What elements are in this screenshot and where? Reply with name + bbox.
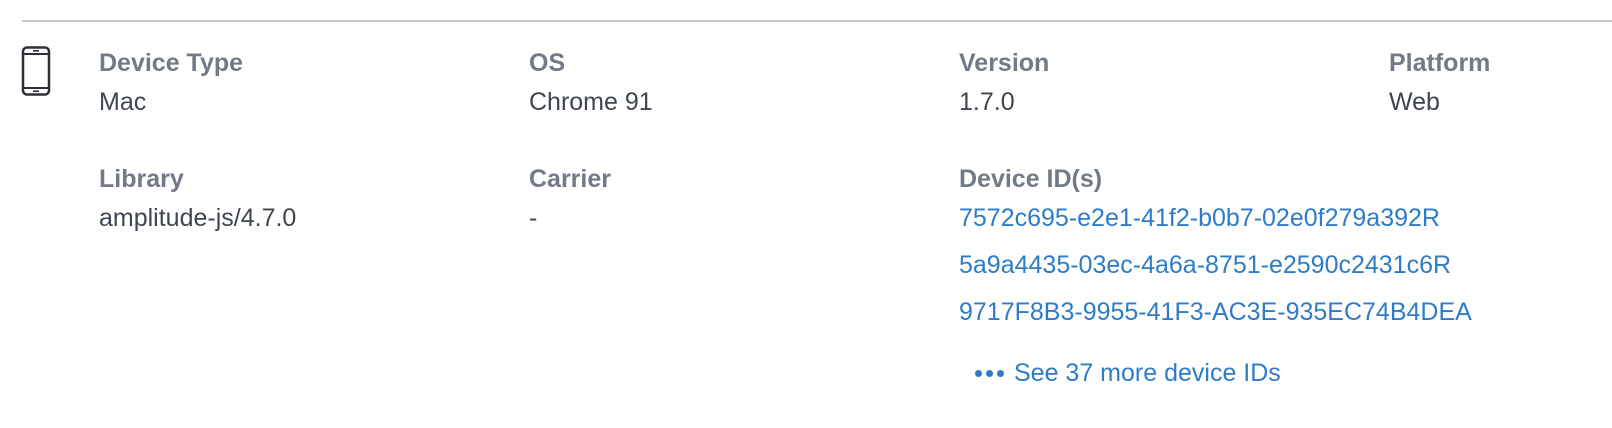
device-ids-field: Device ID(s) 7572c695-e2e1-41f2-b0b7-02e… [959,164,1472,344]
see-more-label: See 37 more device IDs [1014,359,1281,387]
device-ids-list: 7572c695-e2e1-41f2-b0b7-02e0f279a392R 5a… [959,203,1472,327]
device-id-link[interactable]: 9717F8B3-9955-41F3-AC3E-935EC74B4DEA [959,297,1472,327]
device-id-link[interactable]: 5a9a4435-03ec-4a6a-8751-e2590c2431c6R [959,250,1472,280]
os-value: Chrome 91 [529,88,653,116]
carrier-label: Carrier [529,165,611,193]
platform-value: Web [1389,88,1440,116]
version-label: Version [959,49,1050,77]
version-field: Version 1.7.0 [959,48,1049,117]
library-value: amplitude-js/4.7.0 [99,204,297,232]
mobile-phone-icon [21,46,51,96]
device-ids-label: Device ID(s) [959,165,1103,193]
os-field: OS Chrome 91 [529,48,653,117]
more-dots-icon [975,369,1004,377]
library-field: Library amplitude-js/4.7.0 [99,164,296,233]
os-label: OS [529,49,566,77]
device-id-link[interactable]: 7572c695-e2e1-41f2-b0b7-02e0f279a392R [959,203,1472,233]
device-type-field: Device Type Mac [99,48,243,117]
device-type-label: Device Type [99,49,244,77]
carrier-field: Carrier - [529,164,611,233]
platform-field: Platform Web [1389,48,1490,117]
version-value: 1.7.0 [959,88,1015,116]
platform-label: Platform [1389,49,1491,77]
see-more-device-ids-link[interactable]: See 37 more device IDs [975,358,1281,388]
device-info-panel: Device Type Mac OS Chrome 91 Version 1.7… [0,0,1612,428]
section-divider [22,20,1612,22]
library-label: Library [99,165,184,193]
device-type-value: Mac [99,88,147,116]
carrier-value: - [529,204,538,232]
